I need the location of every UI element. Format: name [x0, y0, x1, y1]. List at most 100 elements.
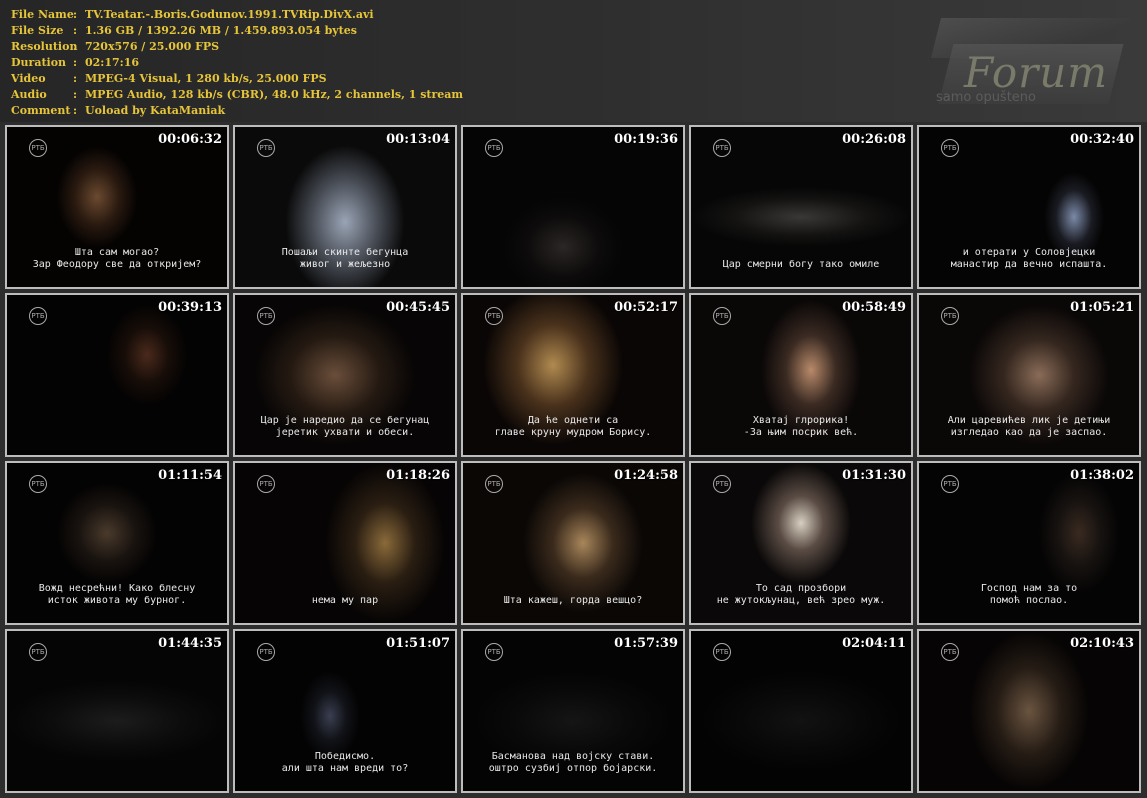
thumbnail-timestamp: 02:04:11: [842, 636, 906, 651]
info-colon: :: [73, 104, 78, 117]
thumbnail: РТБ 02:04:11: [689, 629, 913, 793]
thumbnail: РТБ 00:13:04 Пошаљи скинте бегунца живог и…: [233, 125, 457, 289]
info-colon: :: [73, 8, 78, 21]
channel-logo-icon: РТБ: [941, 475, 959, 493]
thumbnail-subtitle: Господ нам за то помоћ послао.: [980, 583, 1078, 606]
info-value: MPEG-4 Visual, 1 280 kb/s, 25.000 FPS: [85, 72, 327, 85]
thumbnail-timestamp: 01:18:26: [386, 468, 450, 483]
thumbnail-timestamp: 00:32:40: [1070, 132, 1134, 147]
info-row-file-size: File Size : 1.36 GB / 1392.26 MB / 1.459…: [11, 23, 463, 39]
channel-logo-icon: РТБ: [941, 139, 959, 157]
info-row-duration: Duration : 02:17:16: [11, 55, 463, 71]
thumbnail-timestamp: 01:57:39: [614, 636, 678, 651]
info-colon: :: [73, 40, 78, 53]
info-value: 720x576 / 25.000 FPS: [85, 40, 220, 53]
thumbnail: РТБ 00:39:13: [5, 293, 229, 457]
channel-logo-icon: РТБ: [257, 139, 275, 157]
thumbnail-timestamp: 00:26:08: [842, 132, 906, 147]
channel-logo-icon: РТБ: [29, 475, 47, 493]
thumbnail: РТБ 01:38:02 Господ нам за то помоћ послао…: [917, 461, 1141, 625]
channel-logo-icon: РТБ: [713, 307, 731, 325]
info-row-comment: Comment : Uoload by KataManiak: [11, 103, 463, 119]
thumbnail: РТБ 00:32:40 и отерати у Соловјецки манаст…: [917, 125, 1141, 289]
thumbnail: РТБ 01:11:54 Вожд несрећни! Како блесну ис…: [5, 461, 229, 625]
thumbnail: РТБ 01:24:58 Шта кажеш, горда вешцо?: [461, 461, 685, 625]
info-key: File Size: [11, 24, 64, 37]
thumbnail-subtitle: Шта кажеш, горда вешцо?: [503, 595, 643, 606]
thumbnail-timestamp: 00:19:36: [614, 132, 678, 147]
channel-logo-icon: РТБ: [29, 643, 47, 661]
thumbnail: РТБ 00:45:45 Цар је наредио да се бегунац …: [233, 293, 457, 457]
info-key: File Name: [11, 8, 74, 21]
channel-logo-icon: РТБ: [713, 475, 731, 493]
thumbnail: РТБ 01:57:39 Басманова над војску стави. о…: [461, 629, 685, 793]
thumbnail-subtitle: и отерати у Соловјецки манастир да вечно…: [950, 247, 1108, 270]
channel-logo-icon: РТБ: [485, 643, 503, 661]
thumbnail-timestamp: 02:10:43: [1070, 636, 1134, 651]
thumbnail: РТБ 00:19:36: [461, 125, 685, 289]
thumbnail-timestamp: 00:52:17: [614, 300, 678, 315]
info-colon: :: [73, 24, 78, 37]
thumbnail: РТБ 01:31:30 То сад прозбори не жутокљунац…: [689, 461, 913, 625]
file-info: File Name : TV.Teatar.-.Boris.Godunov.19…: [11, 7, 463, 119]
thumbnail-timestamp: 01:24:58: [614, 468, 678, 483]
thumbnail-subtitle: нема му пар: [311, 595, 379, 606]
thumbnail: РТБ 01:05:21 Али царевићев лик је детињи и…: [917, 293, 1141, 457]
info-key: Duration: [11, 56, 67, 69]
info-key: Audio: [11, 88, 47, 101]
thumbnail-subtitle: Али царевићев лик је детињи изгледао као…: [947, 415, 1111, 438]
thumbnail-subtitle: Хватај глрорика! -За њим посрик већ.: [743, 415, 859, 438]
thumbnail-timestamp: 01:38:02: [1070, 468, 1134, 483]
channel-logo-icon: РТБ: [713, 643, 731, 661]
thumbnail-subtitle: Вожд несрећни! Како блесну исток живота …: [38, 583, 196, 606]
channel-logo-icon: РТБ: [941, 643, 959, 661]
info-colon: :: [73, 56, 78, 69]
thumbnail-timestamp: 00:58:49: [842, 300, 906, 315]
watermark-subtext: samo opušteno: [936, 90, 1036, 105]
forum-watermark: Forum samo opušteno: [931, 18, 1131, 110]
info-value: Uoload by KataManiak: [85, 104, 226, 117]
info-key: Video: [11, 72, 46, 85]
thumbnail-subtitle: Шта сам могао? Зар Феодору све да откриј…: [32, 247, 202, 270]
channel-logo-icon: РТБ: [29, 307, 47, 325]
thumbnail-subtitle: Цар је наредио да се бегунац јеретик ухв…: [260, 415, 430, 438]
thumbnail: РТБ 00:06:32 Шта сам могао? Зар Феодору св…: [5, 125, 229, 289]
thumbnail: РТБ 01:51:07 Победисмо. али шта нам вреди …: [233, 629, 457, 793]
thumbnail: РТБ 00:26:08 Цар смерни богу тако омиле: [689, 125, 913, 289]
thumbnail-subtitle: Цар смерни богу тако омиле: [722, 259, 880, 270]
info-key: Resolution: [11, 40, 78, 53]
thumbnail-timestamp: 00:13:04: [386, 132, 450, 147]
thumbnail: РТБ 00:58:49 Хватај глрорика! -За њим поср…: [689, 293, 913, 457]
thumbnail: РТБ 01:44:35: [5, 629, 229, 793]
thumbnail: РТБ 00:52:17 Да ће однети са главе круну м…: [461, 293, 685, 457]
thumbnail: РТБ 02:10:43: [917, 629, 1141, 793]
thumbnail-timestamp: 01:11:54: [158, 468, 222, 483]
thumbnail-subtitle: Басманова над војску стави. оштро сузбиј…: [488, 751, 658, 774]
channel-logo-icon: РТБ: [485, 307, 503, 325]
channel-logo-icon: РТБ: [485, 139, 503, 157]
thumbnail-timestamp: 00:06:32: [158, 132, 222, 147]
thumbnail: РТБ 01:18:26 нема му пар: [233, 461, 457, 625]
info-value: 02:17:16: [85, 56, 140, 69]
channel-logo-icon: РТБ: [257, 307, 275, 325]
info-value: 1.36 GB / 1392.26 MB / 1.459.893.054 byt…: [85, 24, 357, 37]
thumbnail-timestamp: 01:44:35: [158, 636, 222, 651]
info-colon: :: [73, 88, 78, 101]
thumbnail-subtitle: Победисмо. али шта нам вреди то?: [281, 751, 409, 774]
thumbnail-subtitle: То сад прозбори не жутокљунац, већ зрео …: [716, 583, 886, 606]
channel-logo-icon: РТБ: [941, 307, 959, 325]
info-colon: :: [73, 72, 78, 85]
thumbnail-timestamp: 00:45:45: [386, 300, 450, 315]
thumbnail-timestamp: 01:05:21: [1070, 300, 1134, 315]
thumbnail-subtitle: Да ће однети са главе круну мудром Борис…: [494, 415, 652, 438]
thumbnail-timestamp: 00:39:13: [158, 300, 222, 315]
info-value: TV.Teatar.-.Boris.Godunov.1991.TVRip.Div…: [85, 8, 374, 21]
channel-logo-icon: РТБ: [713, 139, 731, 157]
info-row-resolution: Resolution : 720x576 / 25.000 FPS: [11, 39, 463, 55]
info-header: File Name : TV.Teatar.-.Boris.Godunov.19…: [0, 0, 1147, 122]
thumbnail-timestamp: 01:31:30: [842, 468, 906, 483]
thumbnail-grid: РТБ 00:06:32 Шта сам могао? Зар Феодору св…: [5, 125, 1141, 793]
info-key: Comment: [11, 104, 71, 117]
info-row-file-name: File Name : TV.Teatar.-.Boris.Godunov.19…: [11, 7, 463, 23]
channel-logo-icon: РТБ: [485, 475, 503, 493]
